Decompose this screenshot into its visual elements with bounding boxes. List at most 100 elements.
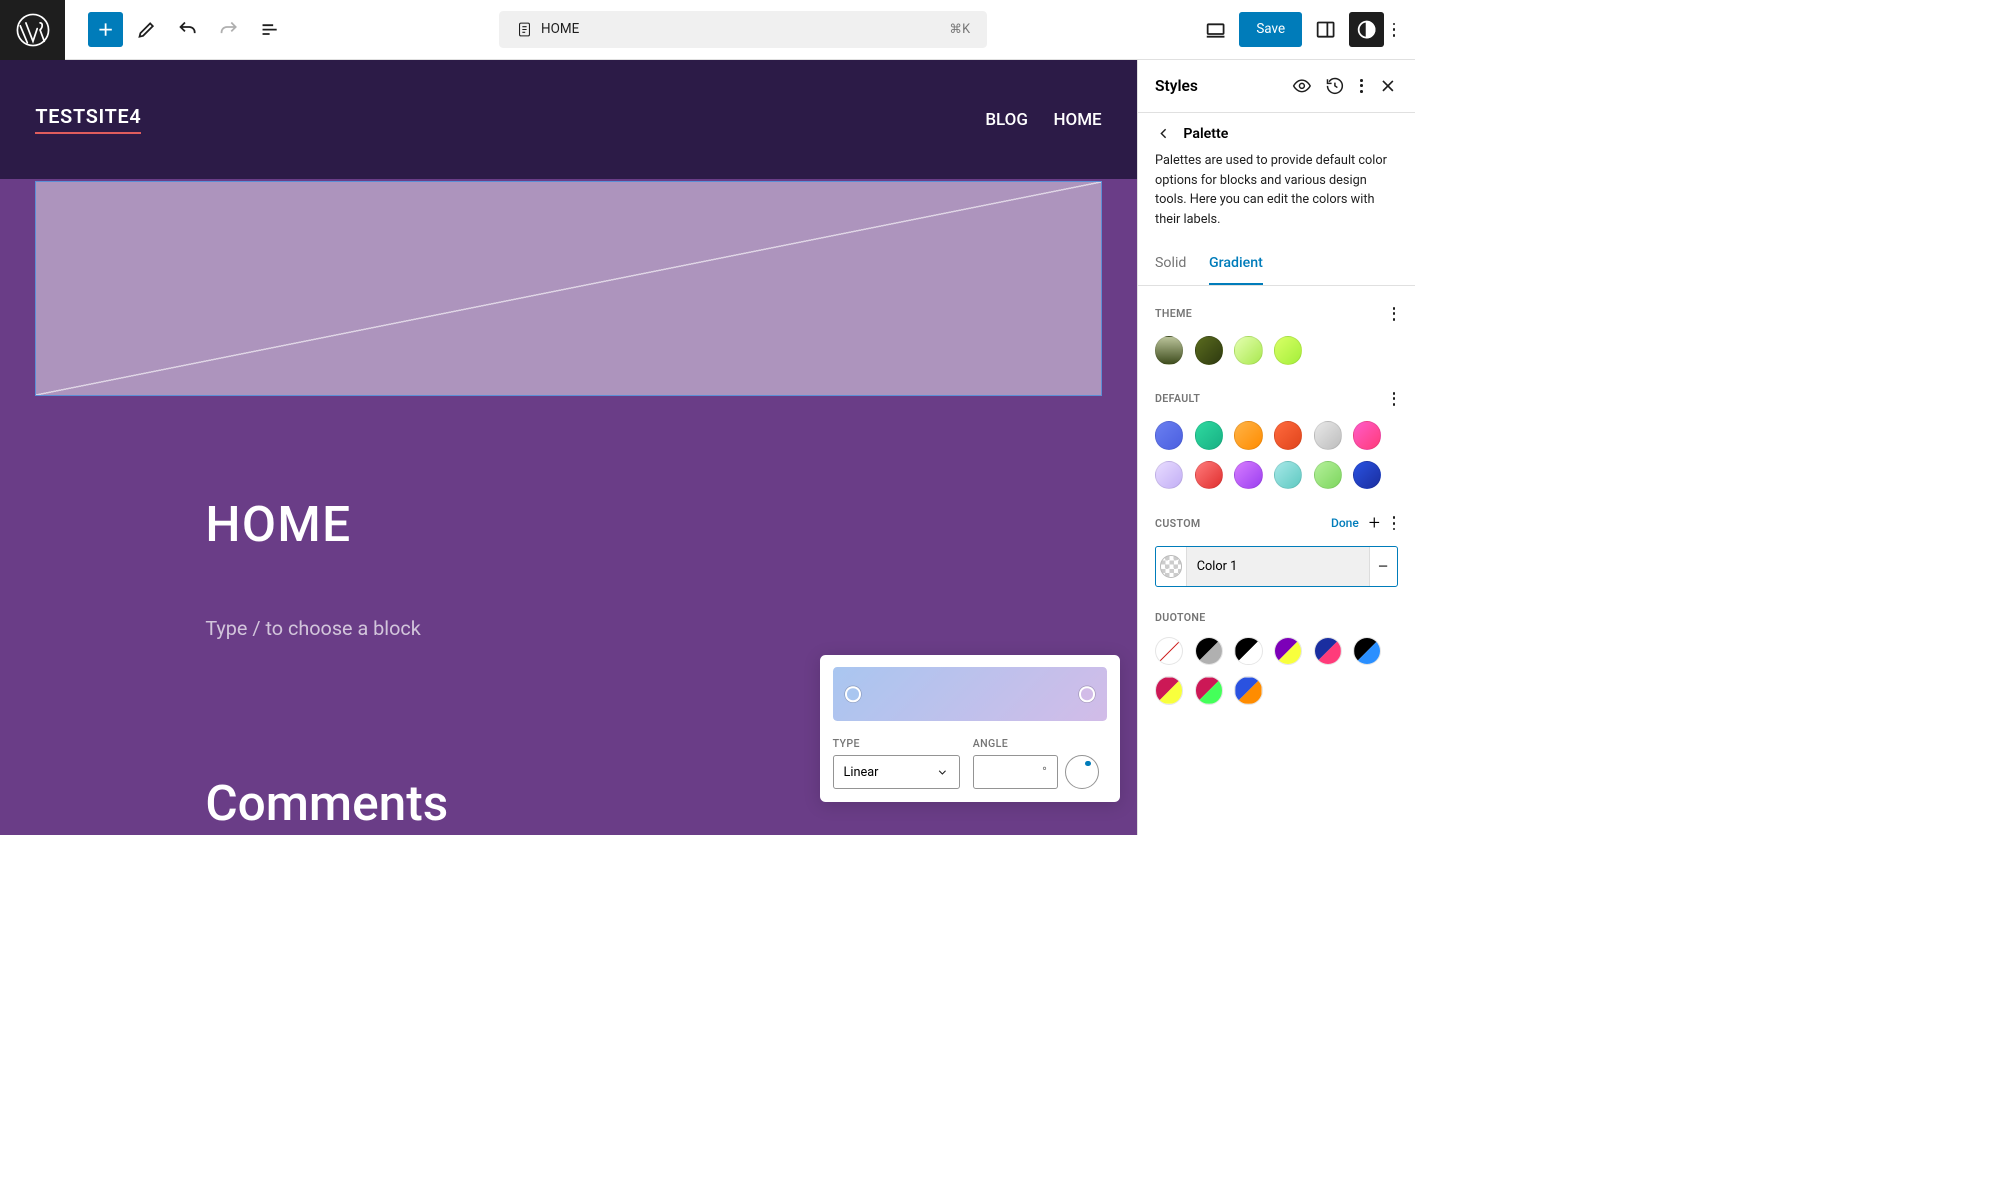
nav-item-home[interactable]: HOME (1053, 110, 1101, 130)
default-section: DEFAULT (1138, 370, 1415, 495)
gradient-preview-bar[interactable] (833, 667, 1108, 721)
tab-solid[interactable]: Solid (1155, 247, 1186, 285)
default-gradient-swatch[interactable] (1353, 421, 1381, 449)
type-label: TYPE (833, 737, 960, 750)
site-nav: BLOG HOME (985, 110, 1101, 130)
gradient-stop-end[interactable] (1079, 687, 1095, 703)
duotone-section: DUOTONE (1138, 593, 1415, 711)
chevron-down-icon (936, 766, 949, 779)
default-gradient-swatch[interactable] (1234, 421, 1262, 449)
theme-gradient-swatch[interactable] (1155, 336, 1183, 364)
editor-canvas[interactable]: TESTSITE4 BLOG HOME HOME Type / to choos… (0, 60, 1137, 835)
default-gradient-swatch[interactable] (1314, 461, 1342, 489)
default-gradient-swatch[interactable] (1314, 421, 1342, 449)
custom-label: CUSTOM (1155, 517, 1200, 530)
undo-icon (177, 19, 198, 40)
duotone-swatch[interactable] (1234, 637, 1262, 665)
theme-gradient-swatch[interactable] (1274, 336, 1302, 364)
default-gradient-swatch[interactable] (1155, 461, 1183, 489)
edit-tool-button[interactable] (129, 12, 164, 47)
gradient-type-value: Linear (844, 765, 879, 780)
pencil-icon (136, 19, 157, 40)
default-gradient-swatch[interactable] (1234, 461, 1262, 489)
duotone-swatch[interactable] (1353, 637, 1381, 665)
add-custom-button[interactable]: + (1369, 513, 1380, 533)
list-view-button[interactable] (252, 12, 287, 47)
page-title[interactable]: HOME (205, 496, 931, 554)
settings-sidebar-button[interactable] (1308, 12, 1343, 47)
nav-item-blog[interactable]: BLOG (985, 110, 1028, 130)
plus-icon (95, 19, 116, 40)
duotone-swatch[interactable] (1155, 676, 1183, 704)
angle-input[interactable]: ° (973, 755, 1058, 789)
styles-button[interactable] (1349, 12, 1384, 47)
custom-more-button[interactable] (1390, 513, 1398, 533)
gradient-stop-start[interactable] (845, 687, 861, 703)
chevron-left-icon (1155, 125, 1172, 142)
desktop-icon (1205, 19, 1226, 40)
default-gradient-swatch[interactable] (1195, 461, 1223, 489)
angle-label: ANGLE (973, 737, 1099, 750)
document-title: HOME (541, 22, 579, 37)
duotone-swatch[interactable] (1274, 637, 1302, 665)
palette-tabs: Solid Gradient (1138, 247, 1415, 286)
default-label: DEFAULT (1155, 392, 1200, 405)
theme-more-button[interactable] (1390, 304, 1398, 324)
duotone-swatch[interactable] (1314, 637, 1342, 665)
contrast-icon (1356, 19, 1377, 40)
theme-gradient-swatch[interactable] (1195, 336, 1223, 364)
panel-back-nav[interactable]: Palette (1138, 113, 1415, 151)
document-selector[interactable]: HOME ⌘K (499, 11, 988, 48)
undo-button[interactable] (170, 12, 205, 47)
styles-more-button[interactable] (1357, 76, 1365, 96)
gradient-editor-popover: TYPE Linear ANGLE ° (820, 655, 1120, 802)
document-selector-wrap: HOME ⌘K (287, 11, 1198, 48)
duotone-swatch[interactable] (1195, 637, 1223, 665)
transparency-checker-icon (1160, 555, 1183, 578)
top-toolbar: HOME ⌘K Save (0, 0, 1415, 60)
redo-icon (218, 19, 239, 40)
site-header: TESTSITE4 BLOG HOME (0, 60, 1137, 179)
gradient-type-select[interactable]: Linear (833, 755, 960, 789)
duotone-swatch[interactable] (1195, 676, 1223, 704)
default-gradient-swatch[interactable] (1353, 461, 1381, 489)
add-block-button[interactable] (88, 12, 123, 47)
site-title[interactable]: TESTSITE4 (35, 105, 141, 134)
save-button[interactable]: Save (1239, 12, 1302, 47)
custom-color-name-input[interactable] (1187, 547, 1369, 586)
done-button[interactable]: Done (1331, 516, 1359, 530)
left-tool-group (65, 12, 287, 47)
default-gradient-swatch[interactable] (1155, 421, 1183, 449)
block-placeholder[interactable]: Type / to choose a block (205, 617, 931, 640)
revisions-icon[interactable] (1325, 76, 1345, 96)
theme-gradient-swatch[interactable] (1234, 336, 1262, 364)
list-icon (259, 19, 280, 40)
close-icon[interactable] (1378, 76, 1398, 96)
default-gradient-swatch[interactable] (1274, 461, 1302, 489)
page-icon (516, 21, 533, 38)
styles-sidebar: Styles Palette Palettes are used to prov… (1137, 60, 1415, 835)
duotone-label: DUOTONE (1155, 611, 1206, 624)
theme-section: THEME (1138, 286, 1415, 371)
sidebar-icon (1315, 19, 1336, 40)
custom-color-swatch[interactable] (1156, 547, 1187, 586)
default-more-button[interactable] (1390, 389, 1398, 409)
panel-description: Palettes are used to provide default col… (1138, 151, 1415, 247)
default-gradient-swatch[interactable] (1195, 421, 1223, 449)
more-options-button[interactable] (1390, 20, 1398, 40)
redo-button[interactable] (211, 12, 246, 47)
right-tool-group: Save (1198, 12, 1415, 47)
wordpress-logo[interactable] (0, 0, 65, 60)
duotone-swatch[interactable] (1234, 676, 1262, 704)
default-gradient-swatch[interactable] (1274, 421, 1302, 449)
duotone-swatch[interactable] (1155, 637, 1183, 665)
wordpress-icon (16, 13, 50, 47)
remove-custom-color-button[interactable] (1369, 547, 1398, 586)
angle-dial[interactable] (1065, 755, 1099, 789)
custom-section: CUSTOM Done + (1138, 495, 1415, 593)
eye-icon[interactable] (1292, 76, 1312, 96)
sidebar-title: Styles (1155, 77, 1198, 95)
view-button[interactable] (1198, 12, 1233, 47)
tab-gradient[interactable]: Gradient (1209, 247, 1263, 285)
cover-block-selected[interactable] (35, 181, 1101, 397)
